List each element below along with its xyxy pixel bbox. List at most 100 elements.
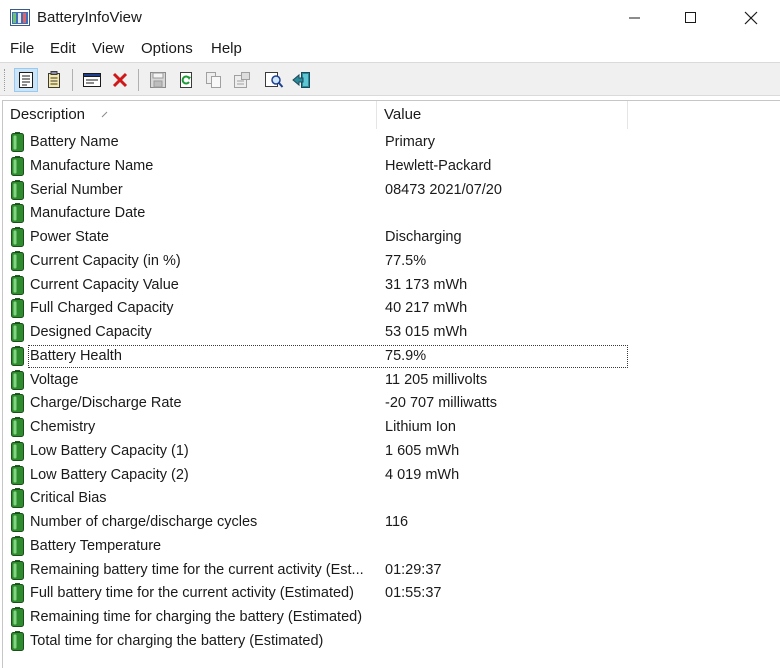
refresh-button[interactable] [174, 68, 198, 92]
table-row[interactable]: Low Battery Capacity (1) 1 605 mWh [3, 439, 780, 463]
battery-icon [11, 274, 24, 295]
row-value: 4 019 mWh [385, 466, 460, 483]
battery-icon [11, 179, 24, 200]
advanced-options-button[interactable] [80, 68, 104, 92]
row-value: 31 173 mWh [385, 276, 468, 293]
row-description: Low Battery Capacity (1) [30, 442, 189, 459]
menu-file[interactable]: File [10, 40, 34, 57]
battery-icon [11, 607, 24, 627]
copy-button[interactable] [202, 68, 226, 92]
row-description: Power State [30, 229, 109, 245]
selection-focus-rect [28, 344, 628, 368]
battery-icon [11, 488, 24, 509]
table-row[interactable]: Battery Temperature [3, 534, 780, 558]
row-description: Designed Capacity [30, 324, 152, 340]
table-row[interactable]: Serial Number 08473 2021/07/20 [3, 178, 780, 202]
row-description: Current Capacity (in %) [30, 252, 181, 269]
column-header-value-label: Value [384, 106, 422, 123]
table-row[interactable]: Voltage 11 205 millivolts [3, 368, 780, 392]
row-value: 1 605 mWh [385, 442, 460, 459]
table-row[interactable]: Manufacture Name Hewlett-Packard [3, 154, 780, 178]
row-value: Hewlett-Packard [385, 157, 492, 174]
battery-icon [11, 393, 24, 414]
row-value: 11 205 millivolts [385, 371, 488, 388]
battery-icon [11, 440, 24, 461]
advanced-options-icon [83, 73, 101, 87]
toolbar-separator [72, 69, 73, 91]
battery-icon [11, 512, 24, 532]
row-description: Remaining battery time for the current a… [30, 561, 364, 578]
battery-icon [11, 322, 24, 342]
table-row[interactable]: Number of charge/discharge cycles 116 [3, 510, 780, 534]
menu-edit[interactable]: Edit [50, 40, 76, 57]
row-description: Battery Temperature [30, 537, 162, 554]
close-button[interactable] [728, 0, 774, 36]
close-icon [744, 11, 758, 25]
maximize-button[interactable] [668, 0, 714, 36]
table-row[interactable]: Remaining time for charging the battery … [3, 605, 780, 629]
properties-icon [19, 72, 33, 88]
toolbar-grip [4, 69, 6, 91]
menu-bar: File Edit View Options Help [0, 37, 780, 61]
find-button[interactable] [262, 68, 286, 92]
row-description: Manufacture Date [30, 205, 146, 222]
exit-button[interactable] [290, 68, 314, 92]
table-row[interactable]: Current Capacity Value 31 173 mWh [3, 273, 780, 297]
battery-icon [11, 203, 24, 224]
row-value: Lithium Ion [385, 419, 456, 435]
title-bar: BatteryInfoView [0, 0, 780, 36]
table-row[interactable]: Total time for charging the battery (Est… [3, 629, 780, 653]
row-description: Battery Name [30, 134, 119, 150]
html-report-icon [48, 71, 60, 88]
battery-icon [11, 583, 24, 604]
row-value: Primary [385, 134, 435, 150]
minimize-button[interactable] [612, 0, 658, 36]
row-description: Low Battery Capacity (2) [30, 466, 189, 483]
battery-icon [11, 345, 24, 366]
properties-button[interactable] [14, 68, 38, 92]
battery-icon [11, 250, 24, 271]
table-row[interactable]: Chemistry Lithium Ion [3, 415, 780, 439]
table-row[interactable]: Battery Health 75.9% [3, 344, 780, 368]
table-row[interactable]: Full Charged Capacity 40 217 mWh [3, 296, 780, 320]
html-report-button[interactable] [42, 68, 66, 92]
menu-help[interactable]: Help [211, 40, 242, 57]
column-header-value[interactable]: Value [377, 101, 628, 129]
sort-ascending-icon [101, 111, 108, 118]
menu-options[interactable]: Options [141, 40, 193, 57]
battery-icon [11, 417, 24, 437]
options-icon [234, 72, 250, 88]
app-icon [10, 9, 30, 26]
options-button[interactable] [230, 68, 254, 92]
table-row[interactable]: Manufacture Date [3, 201, 780, 225]
find-icon [265, 72, 284, 88]
save-button[interactable] [146, 68, 170, 92]
row-description: Serial Number [30, 181, 123, 198]
table-row[interactable]: Remaining battery time for the current a… [3, 558, 780, 582]
row-value: 01:55:37 [385, 585, 442, 602]
menu-view[interactable]: View [92, 40, 124, 57]
row-value: 116 [385, 514, 409, 530]
battery-info-list[interactable]: Description Value Battery Name Primary Man… [2, 100, 780, 668]
column-header-description[interactable]: Description [3, 101, 377, 129]
table-row[interactable]: Current Capacity (in %) 77.5% [3, 249, 780, 273]
table-row[interactable]: Power State Discharging [3, 225, 780, 249]
table-row[interactable]: Battery Name Primary [3, 130, 780, 154]
table-row[interactable]: Full battery time for the current activi… [3, 581, 780, 605]
table-row[interactable]: Critical Bias [3, 486, 780, 510]
row-description: Remaining time for charging the battery … [30, 609, 363, 625]
row-value: 77.5% [385, 252, 427, 269]
table-row[interactable]: Designed Capacity 53 015 mWh [3, 320, 780, 344]
battery-icon [11, 298, 24, 319]
row-value: 01:29:37 [385, 561, 442, 578]
row-description: Full Charged Capacity [30, 300, 174, 317]
table-row[interactable]: Charge/Discharge Rate -20 707 milliwatts [3, 391, 780, 415]
copy-icon [206, 72, 221, 88]
refresh-icon [180, 72, 192, 88]
table-row[interactable]: Low Battery Capacity (2) 4 019 mWh [3, 463, 780, 487]
delete-button[interactable] [108, 68, 132, 92]
battery-icon [11, 535, 24, 556]
row-description: Critical Bias [30, 490, 107, 507]
row-value: 40 217 mWh [385, 300, 468, 317]
row-description: Chemistry [30, 419, 96, 435]
